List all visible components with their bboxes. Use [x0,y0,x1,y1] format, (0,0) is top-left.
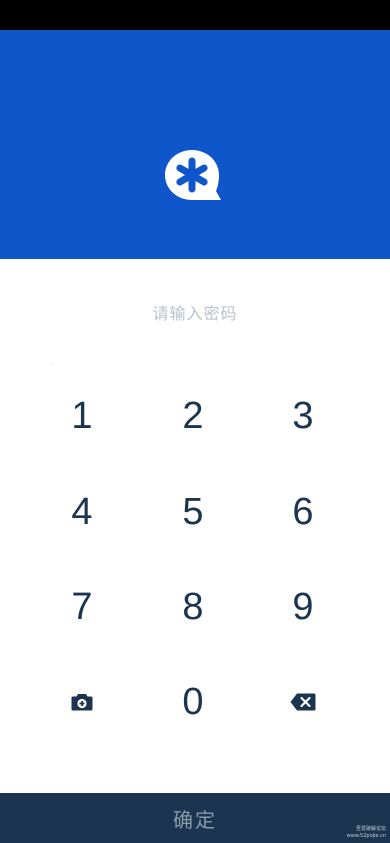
key-4[interactable]: 4 [27,464,137,560]
key-1[interactable]: 1 [27,368,137,464]
key-0[interactable]: 0 [138,654,248,750]
app-logo-icon [164,148,222,202]
key-8[interactable]: 8 [138,559,248,655]
key-3[interactable]: 3 [248,368,358,464]
backspace-icon [290,693,316,711]
watermark-line-1: 吾爱破解论坛 [355,826,386,832]
key-5[interactable]: 5 [138,464,248,560]
camera-icon [71,693,93,711]
header-banner [0,30,390,259]
watermark: 吾爱破解论坛 www.52pojie.cn [347,826,386,840]
password-dot-indicator [51,364,52,365]
camera-button[interactable] [27,654,137,750]
key-2[interactable]: 2 [138,368,248,464]
key-6[interactable]: 6 [248,464,358,560]
confirm-button[interactable]: 确定 [0,793,390,843]
key-9[interactable]: 9 [248,559,358,655]
watermark-line-2: www.52pojie.cn [346,833,386,839]
password-prompt: 请输入密码 [152,304,238,323]
status-bar [0,0,390,30]
key-7[interactable]: 7 [27,559,137,655]
backspace-button[interactable] [248,654,358,750]
